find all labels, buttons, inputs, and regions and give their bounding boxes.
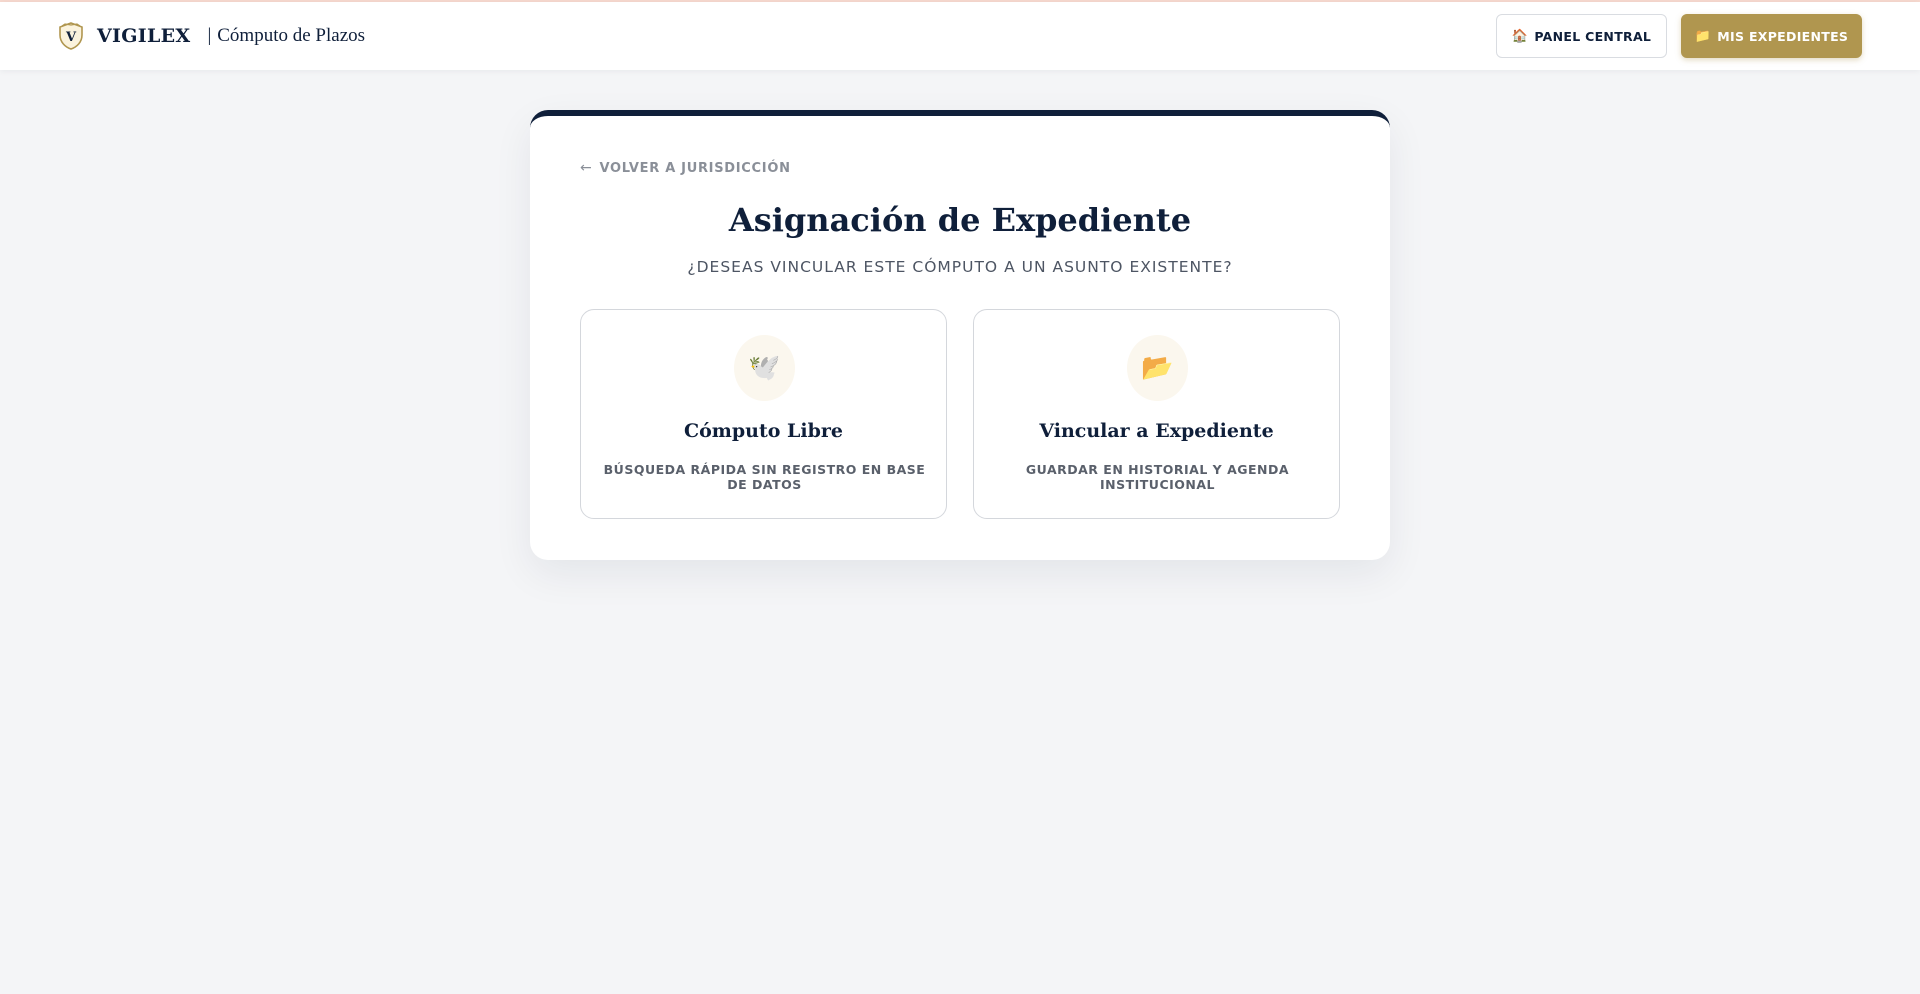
dove-icon: 🕊️ [734, 335, 795, 401]
header-nav: 🏠 PANEL CENTRAL 📁 MIS EXPEDIENTES [1496, 14, 1862, 58]
page-title: Asignación de Expediente [728, 201, 1192, 239]
shield-v-logo-icon: V [59, 22, 83, 50]
brand-separator: | [207, 25, 212, 46]
option-title: Vincular a Expediente [1039, 420, 1274, 442]
back-label: VOLVER A JURISDICCIÓN [599, 160, 791, 176]
option-description: BÚSQUEDA RÁPIDA SIN REGISTRO EN BASE DE … [603, 462, 926, 492]
mis-expedientes-label: MIS EXPEDIENTES [1717, 28, 1849, 44]
open-folder-icon: 📂 [1127, 335, 1188, 401]
page-subtitle: ¿DESEAS VINCULAR ESTE CÓMPUTO A UN ASUNT… [687, 258, 1233, 276]
brand-name: VIGILEX [97, 25, 191, 47]
arrow-left-icon: ← [580, 160, 593, 176]
computo-libre-option[interactable]: 🕊️ Cómputo Libre BÚSQUEDA RÁPIDA SIN REG… [580, 309, 947, 519]
brand[interactable]: V VIGILEX | Cómputo de Plazos [58, 22, 365, 50]
back-to-jurisdiction-link[interactable]: ← VOLVER A JURISDICCIÓN [580, 160, 791, 176]
module-name: Cómputo de Plazos [217, 25, 366, 46]
house-icon: 🏠 [1511, 28, 1529, 44]
vincular-expediente-option[interactable]: 📂 Vincular a Expediente GUARDAR EN HISTO… [973, 309, 1340, 519]
option-title: Cómputo Libre [683, 420, 844, 442]
logo-letter: V [65, 30, 77, 45]
app-header: V VIGILEX | Cómputo de Plazos 🏠 PANEL CE… [0, 2, 1920, 70]
panel-central-button[interactable]: 🏠 PANEL CENTRAL [1496, 14, 1667, 58]
option-description: GUARDAR EN HISTORIAL Y AGENDA INSTITUCIO… [1025, 462, 1290, 492]
mis-expedientes-button[interactable]: 📁 MIS EXPEDIENTES [1681, 14, 1862, 58]
assignment-card: ← VOLVER A JURISDICCIÓN Asignación de Ex… [530, 110, 1390, 560]
panel-central-label: PANEL CENTRAL [1534, 28, 1652, 44]
folder-icon: 📁 [1694, 28, 1712, 44]
